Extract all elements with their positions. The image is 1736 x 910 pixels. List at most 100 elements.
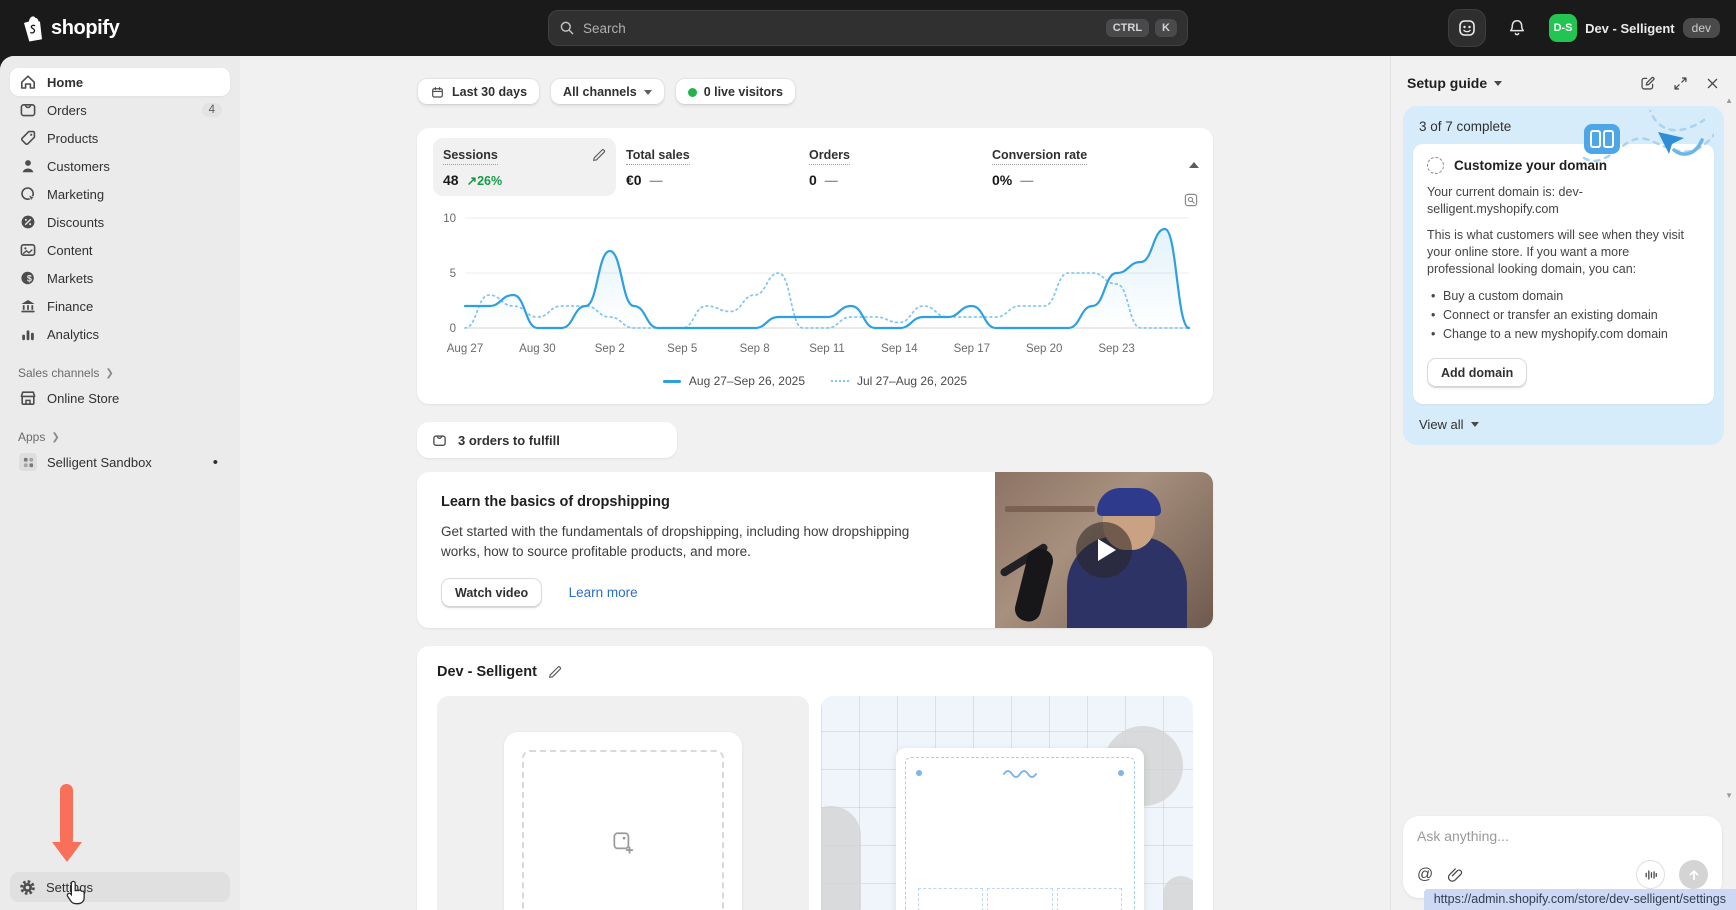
assistant-input-card: @ xyxy=(1403,816,1722,898)
image-dropzone[interactable] xyxy=(522,750,724,910)
scroll-down-arrow[interactable]: ▼ xyxy=(1725,791,1733,800)
metric-sessions[interactable]: Sessions 48 ↗26% xyxy=(433,138,616,196)
search-input[interactable] xyxy=(583,20,1100,36)
topbar-actions: D-S Dev - Selligent dev xyxy=(1449,10,1720,46)
orders-to-fulfill-button[interactable]: 3 orders to fulfill xyxy=(417,422,677,458)
bell-icon xyxy=(1510,20,1525,36)
sales-channels-header[interactable]: Sales channels ❯ xyxy=(18,366,222,380)
svg-text:Sep 8: Sep 8 xyxy=(740,343,770,355)
collapse-chevron-icon[interactable] xyxy=(1189,162,1199,168)
sidebar-item-settings[interactable]: Settings xyxy=(10,872,230,902)
send-button[interactable] xyxy=(1679,860,1708,889)
dropshipping-title: Learn the basics of dropshipping xyxy=(441,494,670,510)
attach-icon[interactable] xyxy=(1447,866,1464,883)
content-icon xyxy=(18,240,38,260)
metric-total-sales[interactable]: Total sales €0 — xyxy=(616,138,799,196)
video-thumbnail[interactable] xyxy=(995,472,1213,628)
date-range-button[interactable]: Last 30 days xyxy=(417,78,541,106)
view-all-toggle[interactable]: View all xyxy=(1403,404,1724,445)
no-change-dash: — xyxy=(824,173,838,188)
chevron-down-icon xyxy=(643,89,652,95)
env-badge: dev xyxy=(1682,18,1720,38)
task-title: Customize your domain xyxy=(1454,158,1608,173)
sidebar-item-label: Settings xyxy=(46,879,93,895)
no-change-dash: — xyxy=(649,173,663,188)
shopify-admin: shopify CTRL K xyxy=(0,0,1736,910)
store-menu[interactable]: D-S Dev - Selligent dev xyxy=(1549,14,1720,42)
expand-icon[interactable] xyxy=(1672,75,1689,92)
sidebar-item-discounts[interactable]: Discounts xyxy=(10,208,230,236)
sidebar-item-selligent-sandbox[interactable]: Selligent Sandbox • xyxy=(10,448,230,476)
play-button[interactable] xyxy=(1076,522,1132,578)
sidebar-item-label: Marketing xyxy=(47,186,105,202)
kbd-ctrl: CTRL xyxy=(1105,19,1150,37)
shopify-bag-icon xyxy=(24,15,42,41)
sidebar-item-finance[interactable]: Finance xyxy=(10,292,230,320)
customers-icon xyxy=(18,156,38,176)
pencil-icon[interactable] xyxy=(591,148,606,163)
sidebar-item-marketing[interactable]: Marketing xyxy=(10,180,230,208)
metric-label: Sessions xyxy=(443,148,498,165)
svg-text:0: 0 xyxy=(450,323,456,335)
analytics-icon xyxy=(18,324,38,344)
storefront-icon xyxy=(18,388,38,408)
apps-header[interactable]: Apps ❯ xyxy=(18,430,222,444)
discounts-icon xyxy=(18,212,38,232)
sidebar-item-content[interactable]: Content xyxy=(10,236,230,264)
voice-input-button[interactable] xyxy=(1636,860,1665,889)
sidebar-item-products[interactable]: Products xyxy=(10,124,230,152)
sidebar-item-online-store[interactable]: Online Store xyxy=(10,384,230,412)
dotted-line-swatch xyxy=(831,380,849,382)
shell: Home Orders 4 Products Customers Marketi… xyxy=(0,56,1736,910)
scroll-up-arrow[interactable]: ▲ xyxy=(1725,96,1733,105)
sidekick-button[interactable] xyxy=(1449,10,1486,46)
pencil-icon[interactable] xyxy=(547,665,562,680)
close-icon[interactable] xyxy=(1705,76,1720,91)
sidebar-item-home[interactable]: Home xyxy=(10,68,230,96)
svg-text:Sep 20: Sep 20 xyxy=(1026,343,1062,355)
sidebar-item-customers[interactable]: Customers xyxy=(10,152,230,180)
decor-blob xyxy=(821,806,861,910)
task-bullet: Buy a custom domain xyxy=(1427,287,1700,306)
sidebar-item-label: Customers xyxy=(47,158,110,174)
metric-tabs: Sessions 48 ↗26% Total sales €0 — Orders… xyxy=(433,138,1197,196)
notifications-button[interactable] xyxy=(1499,10,1535,46)
store-section-title: Dev - Selligent xyxy=(437,664,537,680)
svg-text:$: $ xyxy=(27,273,32,283)
add-domain-button[interactable]: Add domain xyxy=(1427,358,1528,388)
theme-preview-card[interactable] xyxy=(821,696,1193,910)
compose-icon[interactable] xyxy=(1639,75,1656,92)
logo-upload-card[interactable] xyxy=(437,696,809,910)
metric-conversion-rate[interactable]: Conversion rate 0% — xyxy=(982,138,1165,196)
ask-anything-input[interactable] xyxy=(1417,828,1708,844)
svg-text:5: 5 xyxy=(450,268,456,280)
red-arrow-annotation xyxy=(52,784,82,872)
learn-more-link[interactable]: Learn more xyxy=(569,585,638,600)
home-icon xyxy=(18,72,38,92)
sidebar-item-markets[interactable]: $ Markets xyxy=(10,264,230,292)
decor-shelf xyxy=(1005,506,1095,512)
task-bullet: Connect or transfer an existing domain xyxy=(1427,306,1700,325)
sidebar-item-orders[interactable]: Orders 4 xyxy=(10,96,230,124)
mention-icon[interactable]: @ xyxy=(1417,866,1433,884)
shopify-logo[interactable]: shopify xyxy=(20,15,120,42)
app-notification-dot: • xyxy=(212,453,218,471)
sidekick-icon xyxy=(1459,20,1475,36)
global-search[interactable]: CTRL K xyxy=(548,10,1188,46)
solid-line-swatch xyxy=(662,379,681,383)
orders-count-badge: 4 xyxy=(201,103,222,117)
live-visitors-button[interactable]: 0 live visitors xyxy=(674,78,796,106)
setup-guide-title[interactable]: Setup guide xyxy=(1407,75,1503,91)
watch-video-button[interactable]: Watch video xyxy=(441,578,543,608)
channel-filter-button[interactable]: All channels xyxy=(550,78,665,106)
task-line1: Your current domain is: dev-selligent.my… xyxy=(1427,185,1583,216)
markets-icon: $ xyxy=(18,268,38,288)
live-dot-icon xyxy=(687,87,697,97)
task-incomplete-circle-icon[interactable] xyxy=(1427,157,1444,174)
chart-explore-icon[interactable] xyxy=(1183,192,1199,208)
svg-text:Sep 23: Sep 23 xyxy=(1098,343,1134,355)
sidebar-item-analytics[interactable]: Analytics xyxy=(10,320,230,348)
sidebar-item-label: Orders xyxy=(47,102,87,118)
metric-orders[interactable]: Orders 0 — xyxy=(799,138,982,196)
sidebar-item-label: Analytics xyxy=(47,326,100,342)
